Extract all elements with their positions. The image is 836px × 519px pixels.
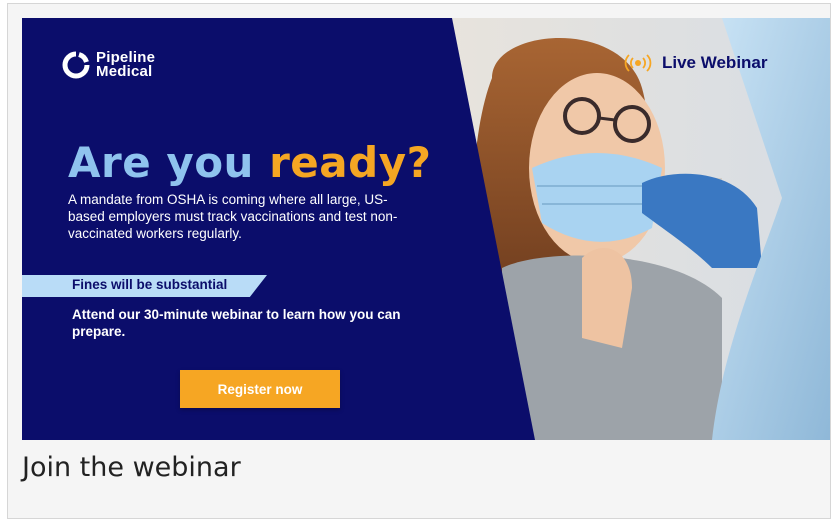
headline-part-1: Are you	[68, 138, 270, 187]
intro-text: A mandate from OSHA is coming where all …	[68, 192, 398, 241]
brand-line-2: Medical	[96, 63, 153, 80]
brand-logo[interactable]: Pipeline Medical	[62, 50, 155, 80]
register-now-button[interactable]: Register now	[180, 370, 340, 408]
brand-name: Pipeline Medical	[96, 50, 155, 80]
cta-text: Attend our 30-minute webinar to learn ho…	[72, 307, 401, 339]
live-webinar-label: Live Webinar	[662, 53, 768, 72]
headline-accent: ready?	[269, 138, 432, 187]
webinar-card: Pipeline Medical Are you ready? A mandat…	[7, 3, 831, 519]
fines-label: Fines will be substantial	[72, 277, 228, 292]
webinar-banner[interactable]: Pipeline Medical Are you ready? A mandat…	[22, 18, 830, 440]
broadcast-icon	[624, 54, 652, 72]
live-webinar-badge: Live Webinar	[624, 52, 768, 74]
pipeline-ring-icon	[62, 51, 90, 79]
headline: Are you ready?	[68, 138, 431, 187]
card-caption[interactable]: Join the webinar	[22, 452, 241, 483]
